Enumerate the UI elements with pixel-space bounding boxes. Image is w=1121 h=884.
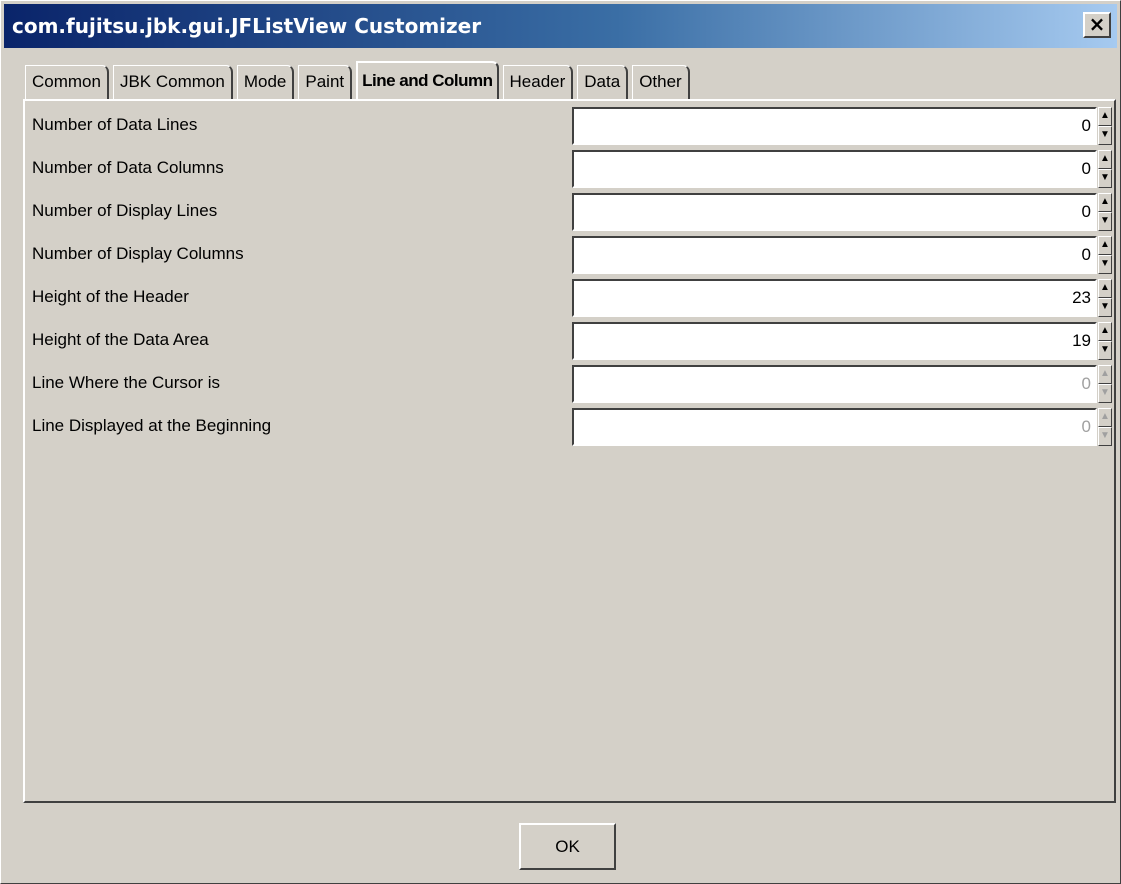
spin-down-icon[interactable]: ▼ xyxy=(1098,212,1112,231)
data-lines-input[interactable]: 0 xyxy=(572,107,1097,145)
display-columns-spinner: ▲ ▼ xyxy=(1098,236,1112,274)
data-lines-spinner: ▲ ▼ xyxy=(1098,107,1112,145)
header-height-spinner: ▲ ▼ xyxy=(1098,279,1112,317)
field-label: Number of Data Lines xyxy=(32,115,198,134)
tab-mode[interactable]: Mode xyxy=(236,65,295,99)
spin-down-icon[interactable]: ▼ xyxy=(1098,169,1112,188)
spin-up-icon[interactable]: ▲ xyxy=(1098,193,1112,212)
field-row-display-lines: Number of Display Lines 0 ▲ ▼ xyxy=(25,193,1114,236)
field-row-cursor-line: Line Where the Cursor is 0 ▲ ▼ xyxy=(25,365,1114,408)
spin-up-icon[interactable]: ▲ xyxy=(1098,322,1112,341)
field-label: Number of Display Lines xyxy=(32,201,218,220)
field-row-data-lines: Number of Data Lines 0 ▲ ▼ xyxy=(25,107,1114,150)
spin-down-icon[interactable]: ▼ xyxy=(1098,298,1112,317)
spin-up-icon: ▲ xyxy=(1098,408,1112,427)
field-label: Line Where the Cursor is xyxy=(32,373,221,392)
data-area-height-input[interactable]: 19 xyxy=(572,322,1097,360)
spin-down-icon: ▼ xyxy=(1098,427,1112,446)
close-button[interactable]: × xyxy=(1083,12,1111,38)
spin-up-icon[interactable]: ▲ xyxy=(1098,150,1112,169)
cursor-line-input: 0 xyxy=(572,365,1097,403)
field-row-display-columns: Number of Display Columns 0 ▲ ▼ xyxy=(25,236,1114,279)
field-label: Number of Display Columns xyxy=(32,244,244,263)
cursor-line-spinner: ▲ ▼ xyxy=(1098,365,1112,403)
ok-button[interactable]: OK xyxy=(519,823,616,870)
field-row-data-area-height: Height of the Data Area 19 ▲ ▼ xyxy=(25,322,1114,365)
field-label: Height of the Header xyxy=(32,287,189,306)
tab-strip: Common JBK Common Mode Paint Line and Co… xyxy=(25,59,694,101)
field-row-data-columns: Number of Data Columns 0 ▲ ▼ xyxy=(25,150,1114,193)
display-columns-input[interactable]: 0 xyxy=(572,236,1097,274)
data-columns-input[interactable]: 0 xyxy=(572,150,1097,188)
close-icon: × xyxy=(1088,12,1106,36)
field-row-beginning-line: Line Displayed at the Beginning 0 ▲ ▼ xyxy=(25,408,1114,451)
tab-data[interactable]: Data xyxy=(577,65,629,99)
beginning-line-input: 0 xyxy=(572,408,1097,446)
line-and-column-panel: Number of Data Lines 0 ▲ ▼ Number of Dat… xyxy=(23,99,1116,803)
title-bar[interactable]: com.fujitsu.jbk.gui.JFListView Customize… xyxy=(4,4,1117,48)
display-lines-input[interactable]: 0 xyxy=(572,193,1097,231)
field-row-header-height: Height of the Header 23 ▲ ▼ xyxy=(25,279,1114,322)
tab-line-and-column[interactable]: Line and Column xyxy=(356,61,499,101)
spin-down-icon[interactable]: ▼ xyxy=(1098,126,1112,145)
tab-paint[interactable]: Paint xyxy=(298,65,353,99)
spin-up-icon: ▲ xyxy=(1098,365,1112,384)
spin-up-icon[interactable]: ▲ xyxy=(1098,107,1112,126)
tab-jbk-common[interactable]: JBK Common xyxy=(112,65,233,99)
spin-down-icon[interactable]: ▼ xyxy=(1098,255,1112,274)
tab-header[interactable]: Header xyxy=(502,65,574,99)
display-lines-spinner: ▲ ▼ xyxy=(1098,193,1112,231)
field-label: Line Displayed at the Beginning xyxy=(32,416,272,435)
customizer-dialog: com.fujitsu.jbk.gui.JFListView Customize… xyxy=(0,0,1121,884)
data-columns-spinner: ▲ ▼ xyxy=(1098,150,1112,188)
data-area-height-spinner: ▲ ▼ xyxy=(1098,322,1112,360)
spin-up-icon[interactable]: ▲ xyxy=(1098,236,1112,255)
field-label: Height of the Data Area xyxy=(32,330,209,349)
spin-down-icon: ▼ xyxy=(1098,384,1112,403)
spin-down-icon[interactable]: ▼ xyxy=(1098,341,1112,360)
header-height-input[interactable]: 23 xyxy=(572,279,1097,317)
beginning-line-spinner: ▲ ▼ xyxy=(1098,408,1112,446)
spin-up-icon[interactable]: ▲ xyxy=(1098,279,1112,298)
tab-common[interactable]: Common xyxy=(25,65,109,99)
field-label: Number of Data Columns xyxy=(32,158,224,177)
tab-other[interactable]: Other xyxy=(632,65,690,99)
window-title: com.fujitsu.jbk.gui.JFListView Customize… xyxy=(12,14,482,38)
